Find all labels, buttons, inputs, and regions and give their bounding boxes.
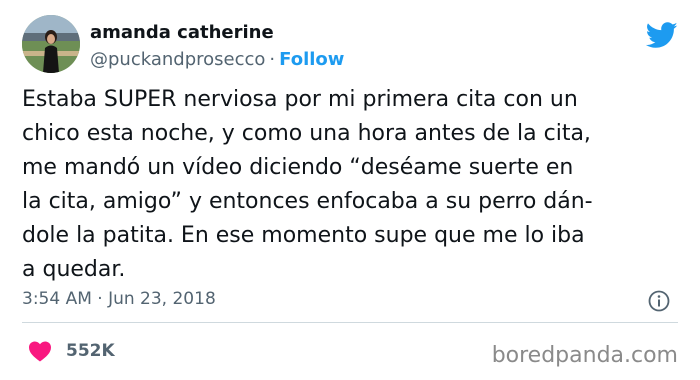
tweet-text-line: dole la patita. En ese momento supe que … <box>22 223 585 248</box>
divider <box>22 322 678 323</box>
like-action[interactable]: 552K <box>28 340 115 362</box>
info-icon[interactable] <box>648 290 670 312</box>
heart-icon[interactable] <box>28 340 52 362</box>
separator-dot: · <box>269 49 276 70</box>
avatar[interactable] <box>22 15 80 73</box>
tweet-text-line: a quedar. <box>22 257 126 282</box>
tweet-text: Estaba SUPER nerviosa por mi primera cit… <box>22 83 662 287</box>
follow-button[interactable]: Follow <box>279 49 344 70</box>
tweet-text-line: la cita, amigo” y entonces enfocaba a su… <box>22 189 593 214</box>
twitter-bird-icon[interactable] <box>646 22 678 49</box>
tweet-text-line: me mandó un vídeo diciendo “deséame suer… <box>22 155 574 180</box>
user-handle-row: @puckandprosecco · Follow <box>90 49 344 70</box>
tweet-text-line: Estaba SUPER nerviosa por mi primera cit… <box>22 87 578 112</box>
like-count: 552K <box>66 341 115 361</box>
user-display-name[interactable]: amanda catherine <box>90 22 274 43</box>
watermark: boredpanda.com <box>491 343 678 368</box>
user-handle[interactable]: @puckandprosecco <box>90 49 265 70</box>
tweet-timestamp[interactable]: 3:54 AM · Jun 23, 2018 <box>22 289 216 309</box>
tweet-text-line: chico esta noche, y como una hora antes … <box>22 121 591 146</box>
